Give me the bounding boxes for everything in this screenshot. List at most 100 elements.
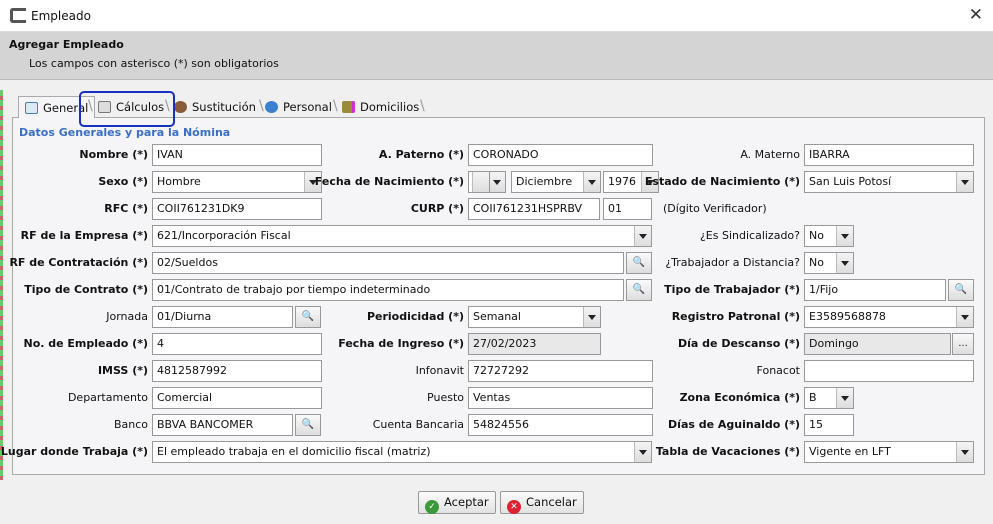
chevron-down-icon: [841, 234, 849, 239]
vacaciones-select[interactable]: Vigente en LFT: [804, 441, 974, 463]
tab-label: Personal: [283, 100, 332, 114]
year-value: 1976: [608, 175, 636, 188]
accept-label: Aceptar: [444, 495, 489, 509]
aguinaldo-input[interactable]: 15: [804, 414, 854, 436]
rf-empresa-value: 621/Incorporación Fiscal: [157, 229, 291, 242]
chevron-down-icon: [961, 315, 969, 320]
fnac-month-select[interactable]: Diciembre: [511, 171, 601, 193]
close-icon[interactable]: ✕: [969, 5, 983, 25]
fecha-ingreso-input[interactable]: 27/02/2023: [468, 333, 601, 355]
infonavit-input[interactable]: 72727292: [468, 360, 653, 382]
num-empleado-input[interactable]: 4: [152, 333, 322, 355]
sindicalizado-value: No: [809, 229, 824, 242]
periodicidad-value: Semanal: [473, 310, 521, 323]
cuenta-input[interactable]: 54824556: [468, 414, 653, 436]
binoculars-icon[interactable]: 🔍: [295, 306, 321, 328]
registro-patronal-value: E3589568878: [809, 310, 886, 323]
header-title: Agregar Empleado: [9, 38, 124, 51]
form-icon: [25, 102, 38, 114]
nombre-label: Nombre (*): [79, 148, 148, 161]
rf-contratacion-input[interactable]: 02/Sueldos: [152, 252, 624, 274]
estado-value: San Luis Potosí: [809, 175, 892, 188]
month-value: Diciembre: [516, 175, 573, 188]
periodicidad-label: Periodicidad (*): [366, 310, 464, 323]
tab-highlight-box: [79, 91, 175, 127]
fnac-day-dropdown[interactable]: [490, 171, 506, 193]
rfc-input[interactable]: COII761231DK9: [152, 198, 322, 220]
lugar-select[interactable]: El empleado trabaja en el domicilio fisc…: [152, 441, 652, 463]
aguinaldo-label: Días de Aguinaldo (*): [668, 418, 800, 431]
tab-separator: \: [420, 98, 425, 114]
header-subtitle: Los campos con asterisco (*) son obligat…: [29, 57, 279, 70]
check-icon: ✓: [425, 500, 439, 514]
vacaciones-value: Vigente en LFT: [809, 445, 891, 458]
cancel-button[interactable]: ✕ Cancelar: [500, 491, 584, 514]
distancia-select[interactable]: No: [804, 252, 854, 274]
tab-sustitucion[interactable]: Sustitución: [168, 96, 262, 118]
app-icon: [10, 8, 26, 23]
banco-input[interactable]: BBVA BANCOMER: [152, 414, 293, 436]
title-bar: Empleado ✕: [0, 0, 993, 32]
sexo-select[interactable]: Hombre: [152, 171, 322, 193]
tab-label: Domicilios: [360, 100, 420, 114]
fnac-day-select[interactable]: 31: [468, 171, 490, 193]
zona-label: Zona Económica (*): [679, 391, 800, 404]
registro-patronal-label: Registro Patronal (*): [671, 310, 800, 323]
dia-descanso-browse-button[interactable]: ...: [952, 333, 974, 355]
binoculars-icon[interactable]: 🔍: [626, 252, 652, 274]
registro-patronal-select[interactable]: E3589568878: [804, 306, 974, 328]
imss-input[interactable]: 4812587992: [152, 360, 322, 382]
binoculars-icon[interactable]: 🔍: [626, 279, 652, 301]
imss-label: IMSS (*): [97, 364, 148, 377]
chevron-down-icon: [588, 315, 596, 320]
tab-label: Sustitución: [192, 100, 256, 114]
estado-label: Estado de Nacimiento (*): [644, 175, 800, 188]
curp-digit-input[interactable]: 01: [603, 198, 652, 220]
lugar-value: El empleado trabaja en el domicilio fisc…: [157, 445, 431, 458]
tab-personal[interactable]: Personal: [259, 96, 338, 118]
rf-empresa-select[interactable]: 621/Incorporación Fiscal: [152, 225, 652, 247]
zona-value: B: [809, 391, 817, 404]
vacaciones-label: Tabla de Vacaciones (*): [655, 445, 800, 458]
tab-domicilios[interactable]: Domicilios: [336, 96, 425, 118]
dia-descanso-input[interactable]: Domingo: [804, 333, 951, 355]
chevron-down-icon: [639, 234, 647, 239]
curp-label: CURP (*): [410, 202, 464, 215]
chevron-down-icon: [646, 180, 654, 185]
paterno-input[interactable]: CORONADO: [468, 144, 653, 166]
nombre-input[interactable]: IVAN: [152, 144, 322, 166]
materno-label: A. Materno: [740, 148, 800, 161]
digito-label: (Dígito Verificador): [663, 202, 767, 215]
tipo-contrato-input[interactable]: 01/Contrato de trabajo por tiempo indete…: [152, 279, 624, 301]
accept-button[interactable]: ✓ Aceptar: [418, 491, 496, 514]
cancel-label: Cancelar: [526, 495, 577, 509]
jornada-input[interactable]: 01/Diurna: [152, 306, 293, 328]
puesto-input[interactable]: Ventas: [468, 387, 653, 409]
jornada-label: Jornada: [106, 310, 148, 323]
dialog-header: Agregar Empleado Los campos con asterisc…: [0, 32, 993, 80]
info-icon: [265, 101, 278, 113]
lugar-label: Lugar donde Trabaja (*): [0, 445, 148, 458]
cuenta-label: Cuenta Bancaria: [372, 418, 464, 431]
fonacot-input[interactable]: [804, 360, 974, 382]
sindicalizado-select[interactable]: No: [804, 225, 854, 247]
departamento-input[interactable]: Comercial: [152, 387, 322, 409]
zona-select[interactable]: B: [804, 387, 854, 409]
binoculars-icon[interactable]: 🔍: [295, 414, 321, 436]
binoculars-icon[interactable]: 🔍: [948, 279, 974, 301]
background-stripe: [0, 90, 3, 480]
infonavit-label: Infonavit: [415, 364, 464, 377]
materno-input[interactable]: IBARRA: [804, 144, 974, 166]
address-book-icon: [342, 101, 355, 113]
curp-input[interactable]: COII761231HSPRBV: [468, 198, 600, 220]
chevron-down-icon: [493, 180, 501, 185]
distancia-label: ¿Trabajador a Distancia?: [665, 256, 800, 269]
person-icon: [174, 101, 187, 113]
chevron-down-icon: [961, 180, 969, 185]
departamento-label: Departamento: [67, 391, 148, 404]
periodicidad-select[interactable]: Semanal: [468, 306, 601, 328]
chevron-down-icon: [588, 180, 596, 185]
section-title: Datos Generales y para la Nómina: [19, 126, 231, 139]
tipo-trabajador-input[interactable]: 1/Fijo: [804, 279, 946, 301]
estado-select[interactable]: San Luis Potosí: [804, 171, 974, 193]
